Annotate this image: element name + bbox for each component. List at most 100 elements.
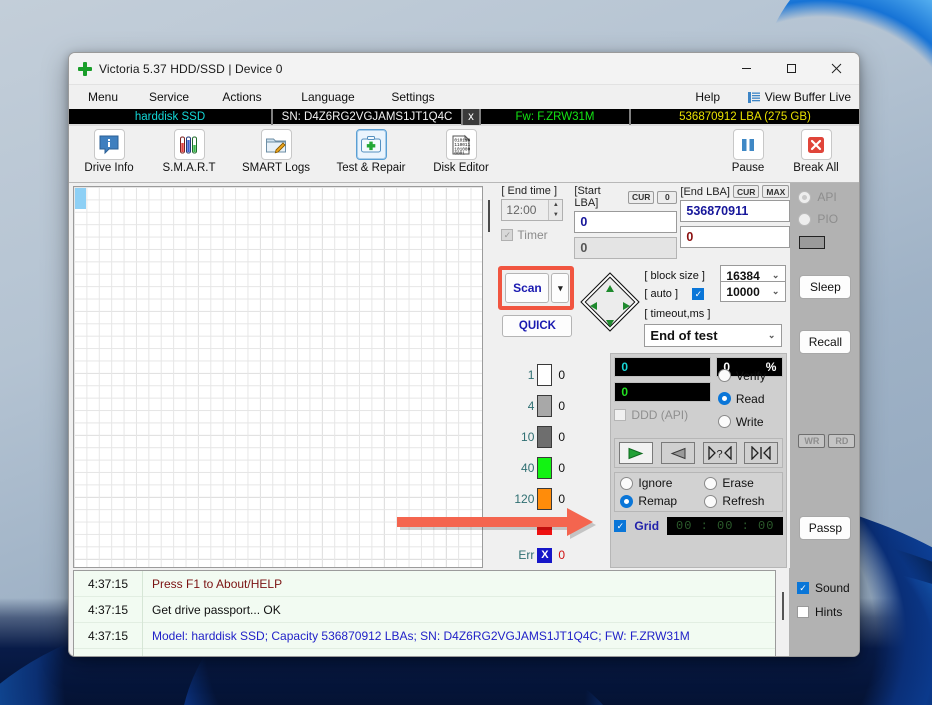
- end-lba-input[interactable]: 536870911: [680, 200, 791, 222]
- menu-bar: Menu Service Actions Language Settings H…: [69, 85, 859, 109]
- end-of-test-value: End of test: [650, 328, 718, 343]
- toolbar-smart-button[interactable]: S.M.A.R.T: [155, 129, 223, 174]
- quick-button[interactable]: QUICK: [502, 315, 573, 337]
- speed-display: 0: [614, 357, 712, 377]
- drive-serial-label: SN: D4Z6RG2VGJAMS1JT1Q4C: [271, 108, 463, 125]
- end-lba-secondary-input[interactable]: 0: [680, 226, 791, 248]
- sound-label: Sound: [815, 581, 850, 595]
- toolbar-disk-editor-button[interactable]: 010110 110011 101000 0001 Disk Editor: [422, 129, 500, 174]
- chevron-down-icon-2: ⌄: [771, 286, 780, 296]
- action-remap-radio[interactable]: [620, 494, 634, 508]
- victoria-app-window: Victoria 5.37 HDD/SSD | Device 0 Menu Se…: [68, 52, 860, 657]
- menu-item-help[interactable]: Help: [684, 87, 732, 107]
- menu-item-menu[interactable]: Menu: [76, 87, 130, 107]
- recall-button[interactable]: Recall: [799, 330, 852, 354]
- end-lba-max-button[interactable]: MAX: [762, 185, 790, 198]
- drive-close-x-button[interactable]: x: [463, 108, 479, 125]
- sleep-button[interactable]: Sleep: [799, 275, 852, 299]
- action-remap-row[interactable]: Remap: [620, 494, 704, 508]
- end-lba-label: [End LBA]: [680, 185, 730, 198]
- timer-checkbox[interactable]: [501, 229, 514, 241]
- end-time-spinner[interactable]: 12:00 ▲ ▼: [501, 199, 564, 221]
- navigation-compass[interactable]: [579, 269, 641, 335]
- jump-end-button[interactable]: [744, 442, 779, 464]
- toolbar-pause-button[interactable]: Pause: [715, 129, 781, 174]
- toolbar-break-all-button[interactable]: Break All: [781, 129, 851, 174]
- mode-read-label: Read: [735, 391, 765, 406]
- start-lba-input[interactable]: 0: [574, 211, 678, 233]
- timeout-select[interactable]: 10000 ⌄: [720, 281, 787, 302]
- log-scrollbar[interactable]: [776, 568, 789, 656]
- maximize-button[interactable]: [769, 53, 814, 85]
- pio-radio[interactable]: [798, 212, 812, 226]
- pause-icon: [732, 129, 764, 160]
- legend-swatch-0: [537, 363, 553, 386]
- menu-item-language[interactable]: Language: [292, 87, 364, 107]
- toolbar-smart-logs-button[interactable]: SMART Logs: [236, 129, 316, 174]
- toolbar-drive-info-button[interactable]: Drive Info: [75, 129, 143, 174]
- api-radio[interactable]: [798, 190, 812, 204]
- jump-query-button[interactable]: ?: [702, 442, 737, 464]
- start-lba-zero-button[interactable]: 0: [657, 190, 678, 204]
- mode-verify-radio[interactable]: [717, 369, 731, 382]
- menu-item-actions[interactable]: Actions: [212, 87, 272, 107]
- toolbar-test-repair-button[interactable]: Test & Repair: [328, 129, 414, 174]
- start-lba-secondary-input[interactable]: 0: [574, 237, 678, 259]
- end-of-test-select[interactable]: End of test ⌄: [644, 324, 783, 347]
- scan-row: Scan ▾ QUICK [ block size ] 16384 ⌄ [au…: [496, 264, 790, 347]
- mode-write-radio[interactable]: [717, 415, 731, 428]
- ddd-checkbox-row[interactable]: DDD (API): [614, 408, 710, 422]
- sound-checkbox[interactable]: [797, 582, 809, 594]
- wr-badge[interactable]: WR: [798, 434, 826, 448]
- view-buffer-live-button[interactable]: View Buffer Live: [747, 90, 851, 104]
- compass-up-arrow: [606, 285, 615, 292]
- passp-button[interactable]: Passp: [799, 516, 852, 540]
- action-ignore-radio[interactable]: [620, 476, 634, 490]
- end-lba-cur-button[interactable]: CUR: [732, 185, 760, 198]
- block-size-label: [ block size ]: [644, 269, 705, 282]
- rd-badge[interactable]: RD: [828, 434, 856, 448]
- menu-item-service[interactable]: Service: [138, 87, 200, 107]
- mode-verify-row[interactable]: Verify: [717, 364, 784, 387]
- legend-count-4: 0: [558, 491, 566, 506]
- timer-checkbox-row[interactable]: Timer: [501, 225, 571, 245]
- auto-checkbox[interactable]: [692, 288, 705, 300]
- sound-checkbox-row[interactable]: Sound: [789, 576, 859, 600]
- action-erase-row[interactable]: Erase: [704, 476, 754, 490]
- log-time-1: 4:37:15: [87, 602, 129, 617]
- ddd-checkbox[interactable]: [614, 409, 627, 421]
- drive-firmware-label: Fw: F.ZRW31M: [479, 108, 631, 125]
- action-refresh-row[interactable]: Refresh: [704, 494, 764, 508]
- start-lba-label: [Start LBA]: [574, 185, 601, 209]
- app-logo-icon: [78, 61, 92, 76]
- hints-checkbox-row[interactable]: Hints: [789, 600, 859, 624]
- end-time-arrows[interactable]: ▲ ▼: [548, 200, 563, 220]
- log-scrollbar-thumb[interactable]: [782, 592, 784, 620]
- mode-read-radio[interactable]: [717, 392, 731, 405]
- log-area: 4:37:15 Press F1 to About/HELP 4:37:15 G…: [69, 568, 859, 656]
- api-radio-row[interactable]: API: [798, 190, 837, 204]
- play-forward-button[interactable]: [619, 442, 654, 464]
- log-list[interactable]: 4:37:15 Press F1 to About/HELP 4:37:15 G…: [73, 570, 776, 656]
- smart-logs-icon: [260, 129, 292, 160]
- start-lba-cur-button[interactable]: CUR: [627, 190, 655, 204]
- action-refresh-radio[interactable]: [704, 494, 718, 508]
- action-erase-radio[interactable]: [704, 476, 718, 490]
- map-scrollbar-thumb[interactable]: [487, 200, 490, 232]
- play-back-button[interactable]: [661, 442, 696, 464]
- scan-button[interactable]: Scan: [505, 273, 550, 303]
- mode-write-row[interactable]: Write: [717, 410, 784, 433]
- action-ignore-row[interactable]: Ignore: [620, 476, 704, 490]
- legend-threshold-1: 4: [527, 398, 535, 413]
- pio-radio-row[interactable]: PIO: [798, 212, 838, 226]
- scan-dropdown-button[interactable]: ▾: [551, 273, 570, 303]
- close-button[interactable]: [814, 53, 859, 85]
- toolbar-disk-editor-label: Disk Editor: [433, 162, 489, 174]
- mode-read-row[interactable]: Read: [717, 387, 784, 410]
- drive-info-icon: [93, 129, 125, 160]
- legend-threshold-3: 40: [521, 460, 535, 475]
- compass-down-arrow: [606, 320, 615, 327]
- hints-checkbox[interactable]: [797, 606, 809, 618]
- minimize-button[interactable]: [724, 53, 769, 85]
- menu-item-settings[interactable]: Settings: [382, 87, 444, 107]
